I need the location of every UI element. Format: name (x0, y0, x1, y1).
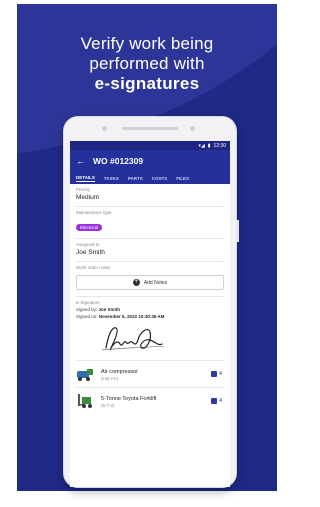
signed-on-line: Signed on: November 6, 2022 10:30:45 AM (76, 313, 224, 320)
air-compressor-icon (77, 369, 93, 381)
notes-field: Work order notes + Add Notes (76, 262, 224, 297)
asset-row[interactable]: Air compressor (HQ-AC) 4 (76, 360, 224, 387)
tab-files[interactable]: FILES (176, 176, 189, 181)
asset-name: Air compressor (101, 368, 138, 375)
arrow-left-icon[interactable]: ← (76, 156, 85, 166)
headline: Verify work being performed with e-signa… (17, 34, 277, 94)
tab-bar: DETAILS TASKS PARTS COSTS FILES (70, 172, 230, 184)
assigned-to-value: Joe Smith (76, 249, 105, 256)
status-bar: ▾◢ ▮ 12:30 (70, 141, 230, 150)
headline-line-3: e-signatures (94, 74, 200, 93)
maintenance-type-field[interactable]: Maintenance type Electrical (76, 207, 224, 239)
tab-costs[interactable]: COSTS (152, 176, 168, 181)
signed-on-label: Signed on: (76, 314, 98, 319)
tab-details[interactable]: DETAILS (76, 175, 95, 182)
notes-label: Work order notes (76, 265, 111, 270)
details-content: Priority Medium Maintenance type Electri… (70, 184, 230, 414)
signature-section: E-Signature Signed by: Joe Smith Signed … (76, 297, 224, 360)
phone-side-button (236, 220, 239, 242)
headline-line-1: Verify work being (80, 34, 214, 53)
signed-by-value: Joe Smith (98, 307, 121, 312)
signed-on-value: November 6, 2022 10:30:45 AM (98, 314, 165, 319)
app-screen: ▾◢ ▮ 12:30 ← WO #012309 DETAILS TASKS PA… (70, 141, 230, 487)
document-icon (210, 371, 217, 377)
signed-by-label: Signed by: (76, 307, 98, 312)
maintenance-type-chip: Electrical (76, 224, 103, 231)
sensor-dot-icon (102, 126, 107, 131)
asset-row[interactable]: 5-Tonne Toyota Forklift (5-T-2) 4 (76, 387, 224, 414)
asset-code: (HQ-AC) (101, 375, 119, 381)
status-time: 12:30 (213, 142, 226, 149)
maintenance-type-label: Maintenance type (76, 210, 112, 215)
asset-name: 5-Tonne Toyota Forklift (101, 395, 157, 402)
phone-mockup: ▾◢ ▮ 12:30 ← WO #012309 DETAILS TASKS PA… (64, 117, 236, 487)
asset-count-badge: 4 (210, 398, 222, 404)
asset-code: (5-T-2) (101, 402, 115, 408)
app-bar: ← WO #012309 (70, 150, 230, 172)
tab-parts[interactable]: PARTS (128, 176, 143, 181)
document-icon (210, 398, 217, 404)
plus-icon: + (132, 279, 140, 286)
add-notes-label: Add Notes (143, 279, 168, 286)
asset-count: 4 (218, 371, 222, 377)
assigned-to-field[interactable]: Assigned to Joe Smith (76, 239, 224, 262)
signal-icon: ▾◢ (198, 142, 205, 149)
speaker-grille (122, 127, 178, 130)
camera-icon (190, 126, 195, 131)
work-order-title: WO #012309 (93, 156, 144, 166)
priority-field[interactable]: Priority Medium (76, 184, 224, 207)
battery-icon: ▮ (207, 142, 211, 149)
add-notes-button[interactable]: + Add Notes (76, 275, 224, 290)
forklift-icon (78, 394, 92, 408)
headline-line-2: performed with (89, 54, 205, 73)
tab-tasks[interactable]: TASKS (104, 176, 119, 181)
signed-by-line: Signed by: Joe Smith (76, 306, 224, 313)
handwritten-signature (101, 327, 165, 351)
phone-top-bezel (64, 117, 236, 141)
asset-count: 4 (218, 398, 222, 404)
asset-count-badge: 4 (210, 371, 222, 377)
priority-value: Medium (76, 194, 100, 201)
